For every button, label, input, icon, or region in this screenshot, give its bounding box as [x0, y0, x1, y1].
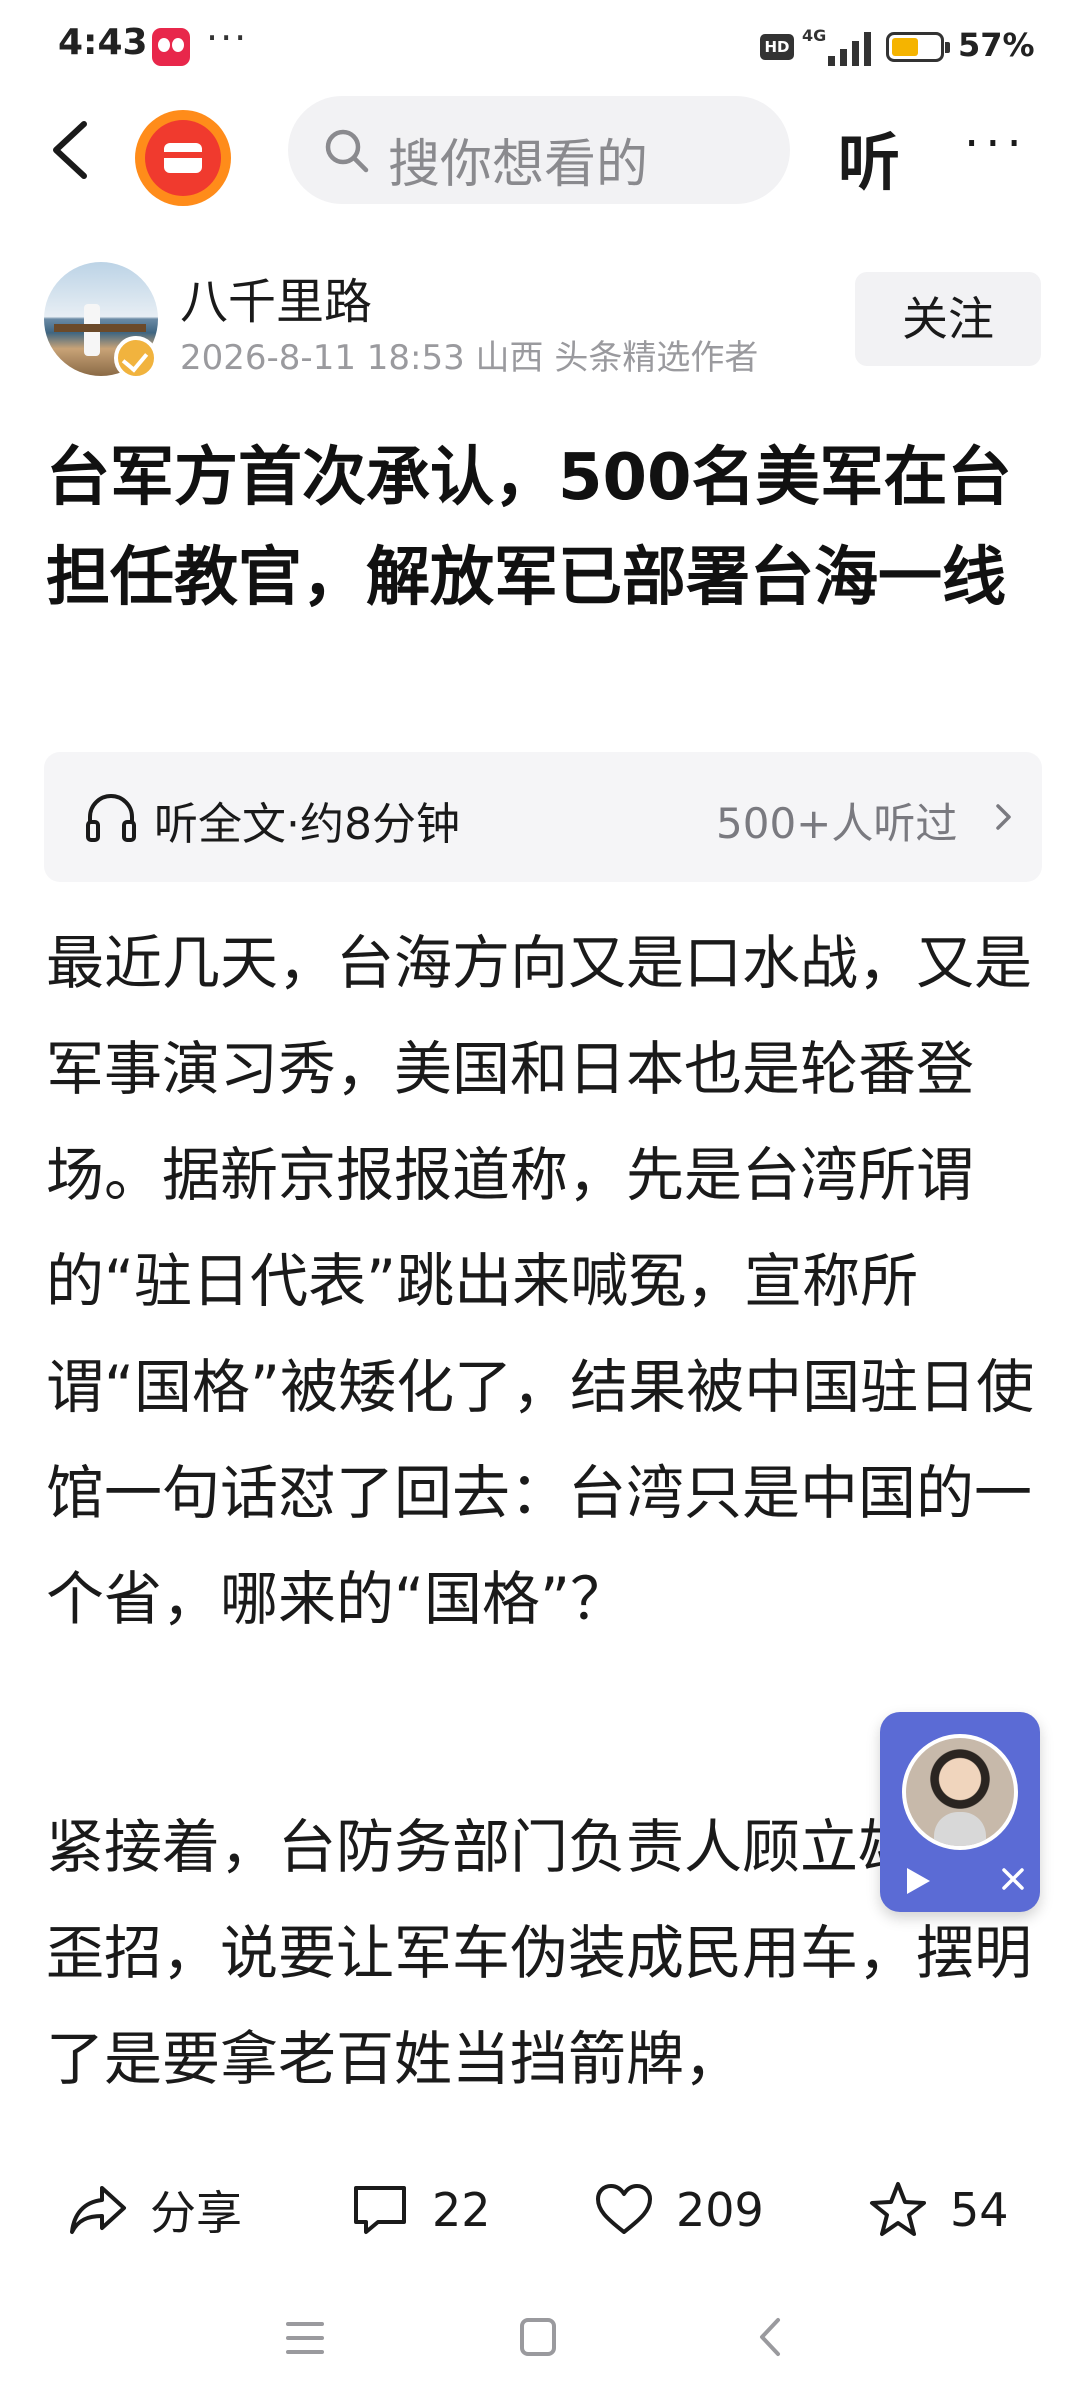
home-icon[interactable]	[518, 2316, 558, 2358]
hd-icon: HD	[760, 34, 794, 60]
content-fade	[0, 2090, 1080, 2140]
comment-button[interactable]: 22	[348, 2170, 491, 2250]
search-icon	[325, 129, 369, 173]
battery-percent: 57%	[958, 26, 1035, 64]
logo-inner	[145, 120, 221, 196]
app-notification-icon	[152, 28, 190, 66]
chevron-right-icon	[996, 804, 1011, 830]
share-icon	[70, 2186, 126, 2234]
video-thumbnail[interactable]	[902, 1734, 1018, 1850]
close-icon[interactable]	[998, 1864, 1028, 1894]
signal-icon	[828, 32, 871, 66]
headphone-icon	[86, 794, 136, 842]
share-button[interactable]: 分享	[66, 2170, 242, 2250]
app-logo-icon[interactable]	[135, 110, 231, 206]
battery-level	[892, 38, 918, 56]
menu-icon[interactable]	[284, 2316, 326, 2360]
play-icon[interactable]	[904, 1866, 932, 1896]
author-name[interactable]: 八千里路	[180, 262, 372, 332]
comment-count: 22	[432, 2183, 491, 2237]
floating-video-widget[interactable]	[880, 1712, 1040, 1912]
follow-button[interactable]: 关注	[855, 272, 1041, 366]
article-title: 台军方首次承认，500名美军在台担任教官，解放军已部署台海一线	[46, 441, 1012, 615]
listen-button[interactable]: 听	[838, 112, 900, 202]
like-button[interactable]: 209	[592, 2170, 764, 2250]
favorite-count: 54	[950, 2183, 1009, 2237]
comment-icon	[354, 2186, 406, 2234]
more-options-icon[interactable]: ···	[964, 116, 1028, 172]
network-type: 4G	[802, 26, 827, 45]
listen-count: 500+人听过	[716, 799, 958, 848]
article-paragraph: 最近几天，台海方向又是口水战，又是军事演习秀，美国和日本也是轮番登场。据新京报报…	[46, 929, 1035, 1633]
system-nav-bar	[0, 2290, 1080, 2400]
author-meta: 2026-8-11 18:53 山西 头条精选作者	[180, 338, 759, 378]
back-icon[interactable]	[46, 120, 96, 180]
star-icon	[870, 2182, 926, 2236]
nav-back-icon[interactable]	[754, 2314, 784, 2360]
author-row: 八千里路 2026-8-11 18:53 山西 头条精选作者 关注	[0, 262, 1080, 382]
listen-full-article-bar[interactable]: 听全文·约8分钟 500+人听过	[44, 752, 1042, 882]
status-bar: 4:43 ··· HD 4G 57%	[0, 0, 1080, 96]
search-placeholder: 搜你想看的	[388, 135, 649, 195]
status-time: 4:43	[58, 22, 148, 63]
search-input[interactable]: 搜你想看的	[288, 96, 790, 204]
like-count: 209	[676, 2183, 764, 2237]
battery-icon	[886, 32, 950, 62]
share-label: 分享	[150, 2186, 242, 2240]
more-notifications-icon: ···	[206, 16, 249, 60]
verified-badge-icon	[114, 336, 158, 380]
top-nav: 搜你想看的 听 ···	[0, 96, 1080, 206]
action-bar: 分享 22 209 54	[0, 2140, 1080, 2290]
favorite-button[interactable]: 54	[866, 2170, 1009, 2250]
listen-full-label: 听全文·约8分钟	[154, 799, 460, 850]
heart-icon	[596, 2184, 652, 2234]
